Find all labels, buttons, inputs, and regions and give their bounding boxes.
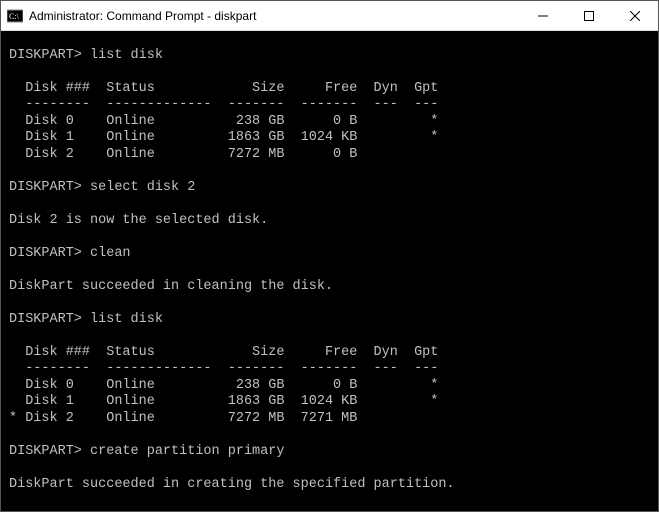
terminal-area[interactable]: DISKPART> list disk Disk ### Status Size… [1, 31, 658, 511]
window-controls [520, 1, 658, 30]
terminal-line: Disk 2 Online 7272 MB 0 B [9, 147, 438, 162]
terminal-line: Disk 0 Online 238 GB 0 B * [9, 378, 438, 393]
terminal-line: DISKPART> [9, 510, 90, 512]
terminal-line: DISKPART> list disk [9, 312, 163, 327]
terminal-line: Disk 1 Online 1863 GB 1024 KB * [9, 394, 438, 409]
terminal-line: DISKPART> create partition primary [9, 444, 284, 459]
svg-text:C:\: C:\ [9, 12, 20, 21]
terminal-line: Disk ### Status Size Free Dyn Gpt [9, 345, 438, 360]
terminal-line: Disk 2 is now the selected disk. [9, 213, 268, 228]
terminal-line: * Disk 2 Online 7272 MB 7271 MB [9, 411, 438, 426]
titlebar: C:\ Administrator: Command Prompt - disk… [1, 1, 658, 31]
terminal-line: Disk ### Status Size Free Dyn Gpt [9, 81, 438, 96]
terminal-line: -------- ------------- ------- ------- -… [9, 361, 438, 376]
terminal-line: Disk 0 Online 238 GB 0 B * [9, 114, 438, 129]
command-prompt-window: C:\ Administrator: Command Prompt - disk… [0, 0, 659, 512]
window-title: Administrator: Command Prompt - diskpart [29, 9, 520, 23]
minimize-button[interactable] [520, 1, 566, 30]
terminal-line: DISKPART> clean [9, 246, 131, 261]
terminal-line: DISKPART> select disk 2 [9, 180, 195, 195]
cmd-icon: C:\ [7, 8, 23, 24]
terminal-line: -------- ------------- ------- ------- -… [9, 97, 438, 112]
terminal-line: DiskPart succeeded in cleaning the disk. [9, 279, 333, 294]
close-button[interactable] [612, 1, 658, 30]
terminal-line: Disk 1 Online 1863 GB 1024 KB * [9, 130, 438, 145]
terminal-line: DiskPart succeeded in creating the speci… [9, 477, 455, 492]
maximize-button[interactable] [566, 1, 612, 30]
terminal-line: DISKPART> list disk [9, 48, 163, 63]
